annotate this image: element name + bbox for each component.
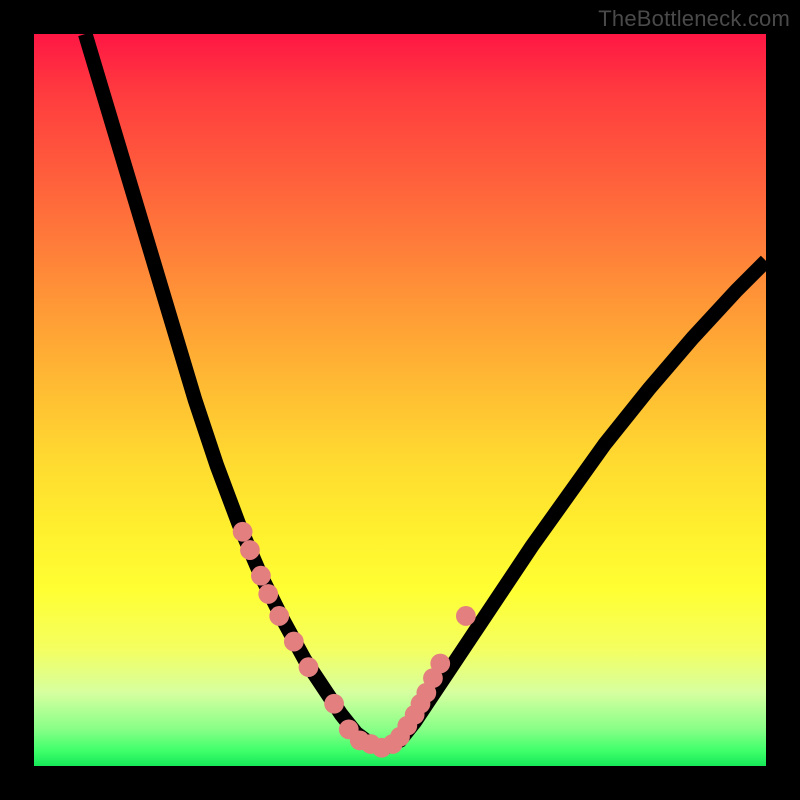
marker-dot [251, 566, 271, 586]
marker-dot [233, 522, 253, 542]
plot-area [34, 34, 766, 766]
marker-dot [324, 694, 344, 714]
chart-frame: TheBottleneck.com [0, 0, 800, 800]
curve-layer [34, 34, 766, 766]
marker-dot [430, 654, 450, 674]
marker-dot [299, 657, 319, 677]
marker-dot [269, 606, 289, 626]
marker-dots [233, 522, 476, 758]
marker-dot [240, 540, 260, 560]
left-curve-path [85, 34, 385, 748]
marker-dot [258, 584, 278, 604]
right-curve-path [385, 261, 766, 748]
watermark-text: TheBottleneck.com [598, 6, 790, 32]
marker-dot [456, 606, 476, 626]
marker-dot [284, 632, 304, 652]
